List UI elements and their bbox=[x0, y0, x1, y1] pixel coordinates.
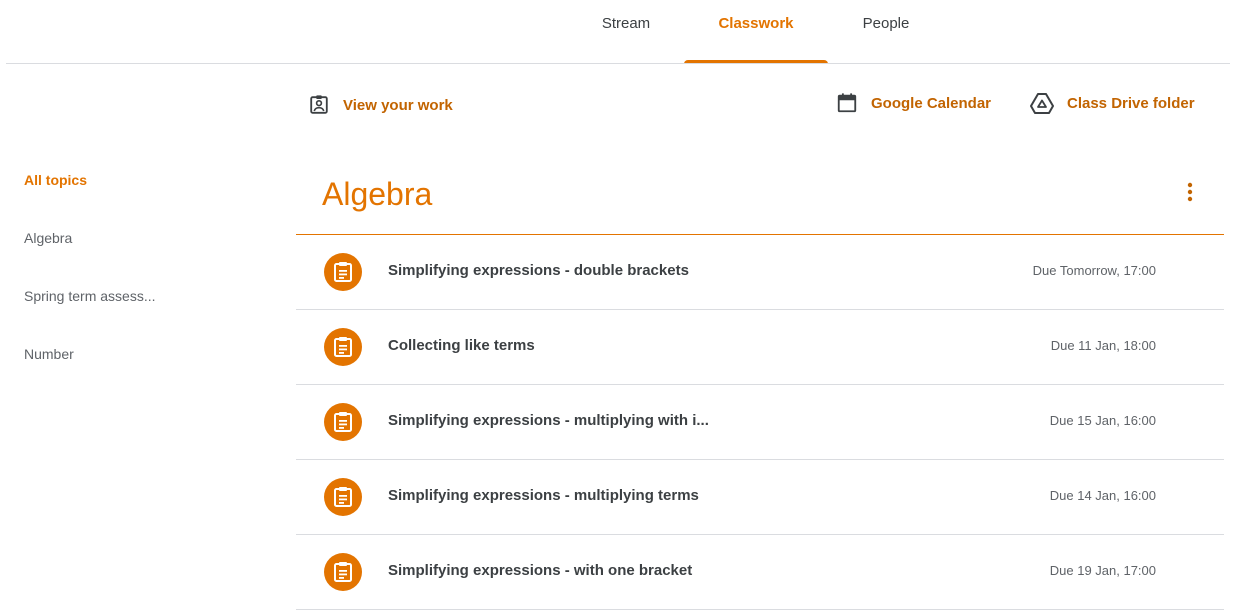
assignment-due: Due 15 Jan, 16:00 bbox=[1049, 413, 1156, 428]
assignment-icon-badge bbox=[324, 403, 362, 441]
tab-people-label: People bbox=[862, 15, 910, 32]
class-tabs: Stream Classwork People bbox=[0, 0, 1242, 64]
calendar-icon bbox=[837, 93, 857, 113]
assignment-icon-badge bbox=[324, 553, 362, 591]
assignment-icon bbox=[334, 412, 352, 432]
topic-spring-term-assessment[interactable]: Spring term assess... bbox=[24, 286, 284, 344]
tab-stream-label: Stream bbox=[601, 15, 651, 32]
assignment-row[interactable]: Simplifying expressions - with one brack… bbox=[296, 535, 1224, 610]
google-calendar-link[interactable]: Google Calendar bbox=[836, 92, 991, 114]
assignment-list: Simplifying expressions - double bracket… bbox=[296, 235, 1224, 610]
assignment-due: Due Tomorrow, 17:00 bbox=[1032, 263, 1156, 278]
assignment-icon-badge bbox=[324, 478, 362, 516]
google-calendar-label: Google Calendar bbox=[871, 94, 992, 112]
assignment-icon-badge bbox=[324, 328, 362, 366]
assignment-row[interactable]: Simplifying expressions - double bracket… bbox=[296, 235, 1224, 310]
assignment-icon bbox=[334, 262, 352, 282]
view-your-work-link[interactable]: View your work bbox=[308, 94, 453, 116]
topic-number[interactable]: Number bbox=[24, 344, 284, 402]
assignment-icon-badge bbox=[324, 253, 362, 291]
class-drive-folder-link[interactable]: Class Drive folder bbox=[1030, 92, 1195, 114]
assignment-row[interactable]: Simplifying expressions - multiplying wi… bbox=[296, 385, 1224, 460]
assignment-icon bbox=[334, 337, 352, 357]
tab-classwork[interactable]: Classwork bbox=[684, 0, 828, 64]
topic-algebra[interactable]: Algebra bbox=[24, 228, 284, 286]
tab-stream[interactable]: Stream bbox=[578, 0, 674, 64]
assignment-title: Simplifying expressions - multiplying te… bbox=[388, 487, 699, 504]
assignment-due: Due 14 Jan, 16:00 bbox=[1049, 488, 1156, 503]
assignment-title: Simplifying expressions - double bracket… bbox=[388, 262, 689, 279]
section-more-button[interactable] bbox=[1176, 178, 1204, 206]
assignment-title: Simplifying expressions - with one brack… bbox=[388, 562, 693, 579]
assignment-ind-icon bbox=[310, 95, 328, 114]
assignment-due: Due 19 Jan, 17:00 bbox=[1049, 563, 1156, 578]
view-your-work-label: View your work bbox=[343, 96, 453, 114]
tab-classwork-label: Classwork bbox=[718, 15, 794, 32]
assignment-due: Due 11 Jan, 18:00 bbox=[1050, 338, 1156, 353]
assignment-icon bbox=[334, 487, 352, 507]
assignment-row[interactable]: Collecting like terms Due 11 Jan, 18:00 bbox=[296, 310, 1224, 385]
topic-all-topics[interactable]: All topics bbox=[24, 170, 284, 228]
tabs-divider bbox=[6, 63, 1230, 64]
assignment-row[interactable]: Simplifying expressions - multiplying te… bbox=[296, 460, 1224, 535]
more-vert-icon bbox=[1187, 182, 1193, 202]
assignment-title: Simplifying expressions - multiplying wi… bbox=[388, 412, 709, 429]
tab-people[interactable]: People bbox=[838, 0, 934, 64]
section-title: Algebra bbox=[322, 176, 433, 212]
class-drive-folder-label: Class Drive folder bbox=[1067, 94, 1195, 112]
assignment-icon bbox=[334, 562, 352, 582]
google-drive-icon bbox=[1030, 93, 1054, 114]
topics-sidebar: All topics Algebra Spring term assess...… bbox=[24, 170, 284, 402]
assignment-title: Collecting like terms bbox=[388, 337, 535, 354]
